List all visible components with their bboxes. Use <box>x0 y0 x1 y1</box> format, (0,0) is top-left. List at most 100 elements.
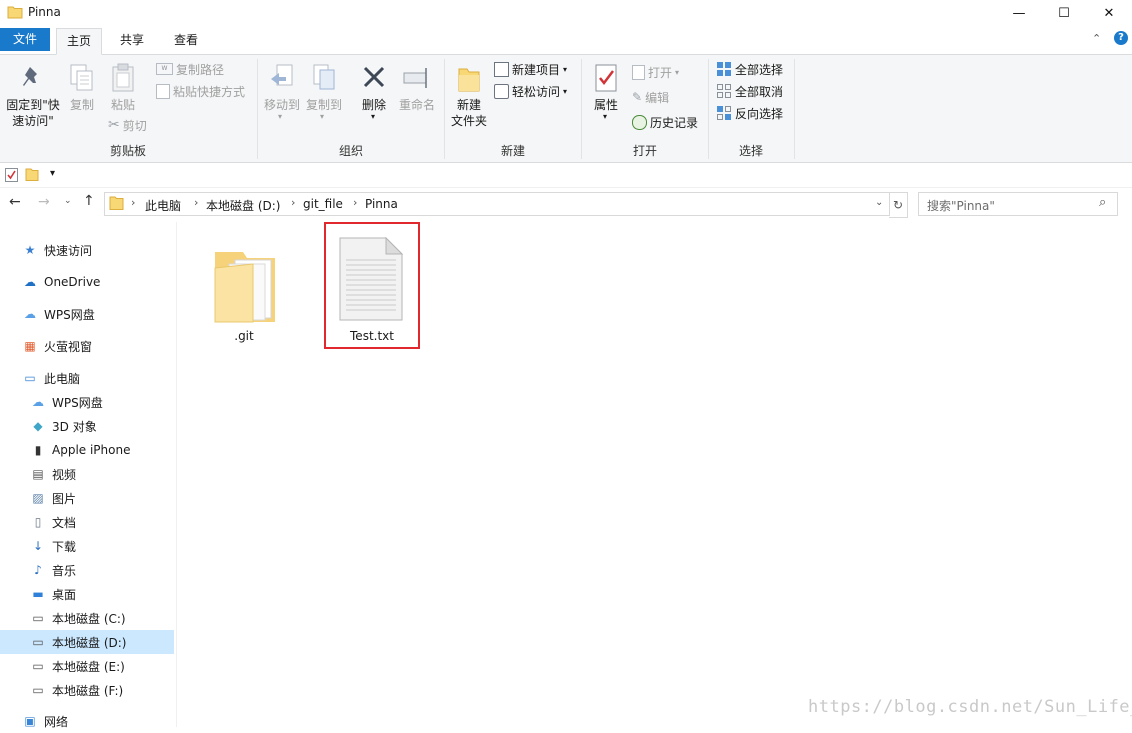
search-input[interactable]: 搜索"Pinna" <box>927 197 995 214</box>
tab-view[interactable]: 查看 <box>164 28 208 53</box>
customize-qat-icon[interactable]: ▾ <box>50 168 55 179</box>
nav-item[interactable]: ▣ 网络 <box>0 709 174 733</box>
up-arrow-icon[interactable]: ↑ <box>83 193 95 209</box>
recent-locations-icon[interactable]: ⌄ <box>64 196 72 206</box>
nav-item[interactable]: ▨ 图片 <box>0 486 174 510</box>
nav-item[interactable]: ↓ 下载 <box>0 534 174 558</box>
delete-button[interactable]: 删除 ▾ <box>354 61 394 125</box>
copy-label: 复制 <box>69 98 94 112</box>
nav-item[interactable]: ☁ WPS网盘 <box>0 390 174 414</box>
nav-item[interactable]: ▭ 本地磁盘 (C:) <box>0 606 174 630</box>
delete-x-icon <box>363 66 385 88</box>
copy-to-label: 复制到 <box>305 98 342 112</box>
cloud-outline-icon: ☁ <box>32 395 44 409</box>
invert-selection-button[interactable]: 反向选择 <box>716 103 783 123</box>
chevron-down-icon: ▾ <box>675 67 680 77</box>
new-item-button[interactable]: 新建项目 ▾ <box>494 59 567 79</box>
windows-icon: ▦ <box>24 339 36 353</box>
address-dropdown-icon[interactable]: ⌄ <box>875 197 883 208</box>
nav-item[interactable]: ☁ WPS网盘 <box>0 302 174 326</box>
nav-item[interactable]: ▬ 桌面 <box>0 582 174 606</box>
nav-item[interactable]: ♪ 音乐 <box>0 558 174 582</box>
copy-button[interactable]: 复制 <box>64 61 100 121</box>
watermark: https://blog.csdn.net/Sun_Life_ <box>808 697 1132 717</box>
nav-item-label: OneDrive <box>44 275 101 289</box>
move-to-button[interactable]: 移动到 ▾ <box>262 61 302 125</box>
nav-item[interactable]: ▤ 视频 <box>0 462 174 486</box>
file-item-test-txt[interactable]: Test.txt <box>324 222 420 349</box>
nav-item[interactable]: ▭ 本地磁盘 (F:) <box>0 678 174 702</box>
tab-share[interactable]: 共享 <box>110 28 154 53</box>
history-button[interactable]: 历史记录 <box>632 112 698 132</box>
breadcrumb-drive-d[interactable]: 本地磁盘 (D:) <box>206 197 280 214</box>
rename-label: 重命名 <box>398 98 435 112</box>
select-none-button[interactable]: 全部取消 <box>716 81 783 101</box>
select-none-icon <box>717 84 731 98</box>
properties-check-icon[interactable] <box>5 168 18 182</box>
tab-file[interactable]: 文件 <box>0 28 50 51</box>
history-label: 历史记录 <box>650 115 699 130</box>
breadcrumb-separator-icon[interactable]: › <box>291 196 295 209</box>
copy-path-icon: W <box>156 63 173 75</box>
help-icon[interactable]: ? <box>1114 31 1128 45</box>
nav-item[interactable]: ☁ OneDrive <box>0 270 174 294</box>
address-row: ← → ⌄ ↑ › 此电脑 › 本地磁盘 (D:) › git_file › P… <box>0 188 1132 220</box>
copy-path-button[interactable]: W 复制路径 <box>156 59 224 79</box>
edit-button[interactable]: ✎ 编辑 <box>632 87 669 107</box>
open-label: 打开 <box>648 65 673 80</box>
refresh-icon[interactable]: ↻ <box>889 192 908 218</box>
easy-access-button[interactable]: 轻松访问 ▾ <box>494 81 567 101</box>
select-none-label: 全部取消 <box>735 84 784 99</box>
nav-item[interactable]: ◆ 3D 对象 <box>0 414 174 438</box>
computer-icon: ▭ <box>24 371 36 385</box>
open-icon <box>632 64 645 80</box>
new-item-label: 新建项目 <box>512 62 561 77</box>
search-box[interactable]: 搜索"Pinna" ⌕ <box>918 192 1118 216</box>
nav-item[interactable]: ★ 快速访问 <box>0 238 174 262</box>
rename-button[interactable]: 重命名 <box>396 61 438 121</box>
tab-home[interactable]: 主页 <box>56 28 102 55</box>
nav-item[interactable]: ▯ 文档 <box>0 510 174 534</box>
folder-icon <box>214 252 275 323</box>
file-item-git-folder[interactable]: .git <box>199 234 289 346</box>
nav-item-label: 下载 <box>52 539 77 554</box>
maximize-button[interactable]: ☐ <box>1041 0 1087 26</box>
file-list-view: .git Test.txt <box>177 222 1132 727</box>
nav-item[interactable]: ▭ 本地磁盘 (E:) <box>0 654 174 678</box>
delete-label: 删除 <box>361 98 386 112</box>
back-arrow-icon[interactable]: ← <box>9 194 21 210</box>
breadcrumb-separator-icon[interactable]: › <box>131 196 135 209</box>
paste-label: 粘贴 <box>110 98 135 112</box>
forward-arrow-icon[interactable]: → <box>38 194 50 210</box>
paste-shortcut-button[interactable]: 粘贴快捷方式 <box>156 81 245 101</box>
ribbon-tabs: 主页 共享 查看 ⌃ ? <box>0 26 1132 55</box>
select-all-button[interactable]: 全部选择 <box>716 59 783 79</box>
copy-to-button[interactable]: 复制到 ▾ <box>304 61 344 125</box>
video-icon: ▤ <box>32 467 44 481</box>
nav-item[interactable]: ▭ 本地磁盘 (D:) <box>0 630 174 654</box>
nav-item-label: 桌面 <box>52 587 77 602</box>
nav-item-label: 本地磁盘 (F:) <box>52 683 124 698</box>
nav-item[interactable]: ▮ Apple iPhone <box>0 438 174 462</box>
pin-to-quick-access-button[interactable]: 固定到"快 速访问" <box>4 61 62 133</box>
breadcrumb-separator-icon[interactable]: › <box>194 196 198 209</box>
minimize-button[interactable]: — <box>996 0 1042 26</box>
drive-icon: ▭ <box>32 635 44 649</box>
properties-button[interactable]: 属性 ▾ <box>586 61 626 127</box>
breadcrumb-separator-icon[interactable]: › <box>353 196 357 209</box>
new-folder-button[interactable]: 新建 文件夹 <box>448 61 490 133</box>
address-bar[interactable]: › 此电脑 › 本地磁盘 (D:) › git_file › Pinna ⌄ <box>104 192 890 216</box>
edit-pencil-icon: ✎ <box>632 90 643 104</box>
breadcrumb-pinna[interactable]: Pinna <box>365 197 398 211</box>
new-folder-qat-icon[interactable] <box>25 168 39 181</box>
open-button[interactable]: 打开 ▾ <box>632 62 679 82</box>
search-icon[interactable]: ⌕ <box>1099 195 1106 210</box>
cut-button[interactable]: ✂ 剪切 <box>108 115 147 135</box>
nav-item[interactable]: ▦ 火萤视窗 <box>0 334 174 358</box>
paste-button[interactable]: 粘贴 <box>104 61 142 121</box>
collapse-ribbon-icon[interactable]: ⌃ <box>1092 32 1101 45</box>
close-button[interactable]: ✕ <box>1086 0 1132 26</box>
breadcrumb-this-pc[interactable]: 此电脑 <box>145 197 181 214</box>
nav-item[interactable]: ▭ 此电脑 <box>0 366 174 390</box>
breadcrumb-git-file[interactable]: git_file <box>303 197 343 211</box>
